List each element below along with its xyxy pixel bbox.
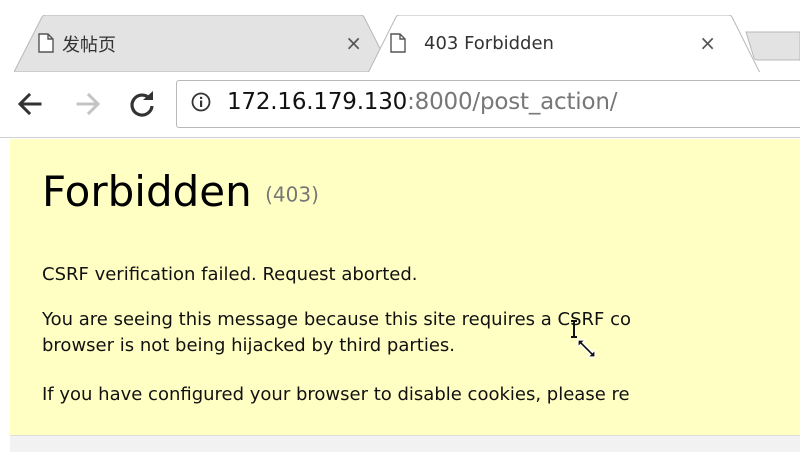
forward-icon[interactable] [74, 90, 102, 118]
tab-post-page[interactable]: 发帖页 × [14, 15, 392, 72]
info-icon[interactable] [191, 92, 211, 112]
new-tab-button[interactable] [740, 30, 800, 62]
page-title: Forbidden (403) [42, 167, 319, 216]
cookies-text: If you have configured your browser to d… [42, 384, 630, 405]
url-host: 172.16.179.130 [227, 89, 408, 115]
tab-title: 403 Forbidden [424, 33, 554, 54]
explanation-line-1: You are seeing this message because this… [42, 309, 631, 330]
url-text: 172.16.179.130:8000/post_action/ [227, 89, 617, 115]
reload-icon[interactable] [128, 90, 156, 118]
address-bar[interactable]: 172.16.179.130:8000/post_action/ [176, 80, 800, 128]
csrf-failed-text: CSRF verification failed. Request aborte… [42, 264, 418, 285]
close-tab-icon[interactable]: × [345, 31, 362, 55]
back-icon[interactable] [16, 90, 44, 118]
toolbar: 172.16.179.130:8000/post_action/ [0, 72, 800, 138]
tab-title: 发帖页 [62, 34, 116, 56]
heading-text: Forbidden [42, 167, 252, 216]
resize-cursor-icon [571, 320, 596, 358]
tab-strip: 发帖页 × 403 Forbidden × [0, 0, 800, 72]
url-path: :8000/post_action/ [407, 89, 618, 115]
tab-403-forbidden[interactable]: 403 Forbidden × [368, 15, 760, 72]
close-tab-icon[interactable]: × [699, 31, 716, 55]
status-code: (403) [265, 182, 319, 207]
page-bottom-band [10, 435, 800, 452]
explanation-line-2: browser is not being hijacked by third p… [42, 335, 456, 356]
error-page: Forbidden (403) CSRF verification failed… [10, 139, 800, 435]
